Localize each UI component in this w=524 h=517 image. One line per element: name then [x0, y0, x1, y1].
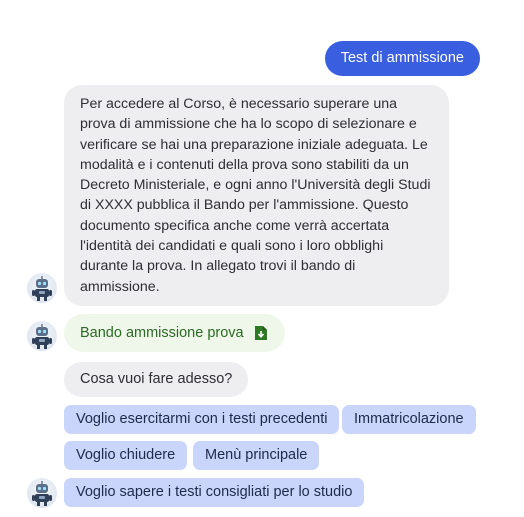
option-chiudere-button[interactable]: Voglio chiudere: [64, 441, 188, 470]
file-download-icon[interactable]: [254, 325, 268, 341]
robot-icon: [32, 481, 52, 506]
user-message: Test di ammissione: [324, 41, 480, 76]
option-menu-principale-button[interactable]: Menù principale: [193, 441, 320, 470]
bot-question: Cosa vuoi fare adesso?: [64, 362, 249, 397]
option-testi-consigliati-button[interactable]: Voglio sapere i testi consigliati per lo…: [64, 478, 365, 507]
bot-message: Per accedere al Corso, è necessario supe…: [64, 85, 449, 306]
bot-avatar: [27, 478, 57, 508]
bot-avatar: [27, 273, 57, 303]
robot-icon: [32, 324, 52, 349]
option-immatricolazione-button[interactable]: Immatricolazione: [342, 405, 476, 434]
robot-icon: [32, 276, 52, 301]
attachment-label[interactable]: Bando ammissione prova: [80, 325, 244, 341]
bot-avatar: [27, 321, 57, 351]
option-esercitarmi-button[interactable]: Voglio esercitarmi con i testi precedent…: [64, 405, 340, 434]
attachment-bubble[interactable]: Bando ammissione prova: [64, 314, 285, 352]
